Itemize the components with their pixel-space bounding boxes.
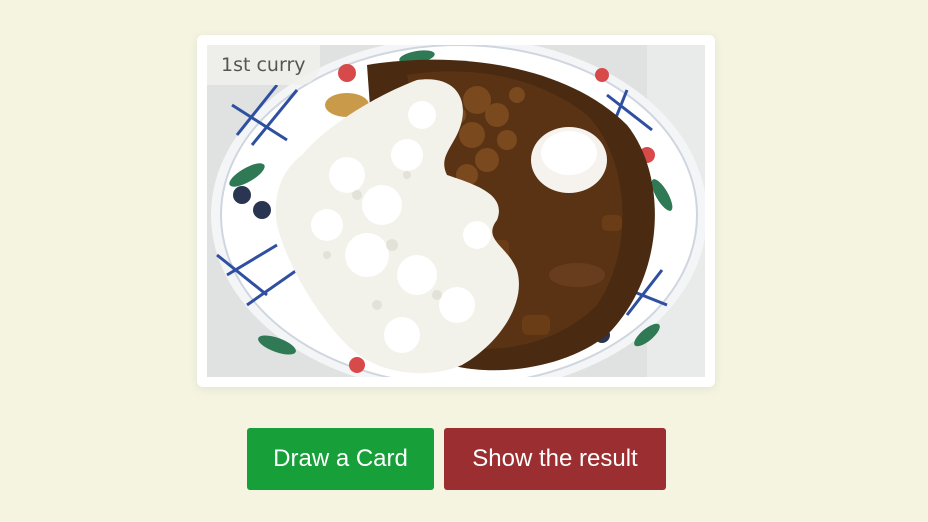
action-buttons: Draw a Card Show the result [247, 428, 666, 490]
curry-rice-image [207, 45, 705, 377]
curry-photo: 1st curry [207, 45, 705, 377]
show-result-button[interactable]: Show the result [444, 428, 666, 490]
curry-badge: 1st curry [207, 45, 320, 85]
curry-card: 1st curry [197, 35, 715, 387]
draw-card-button[interactable]: Draw a Card [247, 428, 434, 490]
